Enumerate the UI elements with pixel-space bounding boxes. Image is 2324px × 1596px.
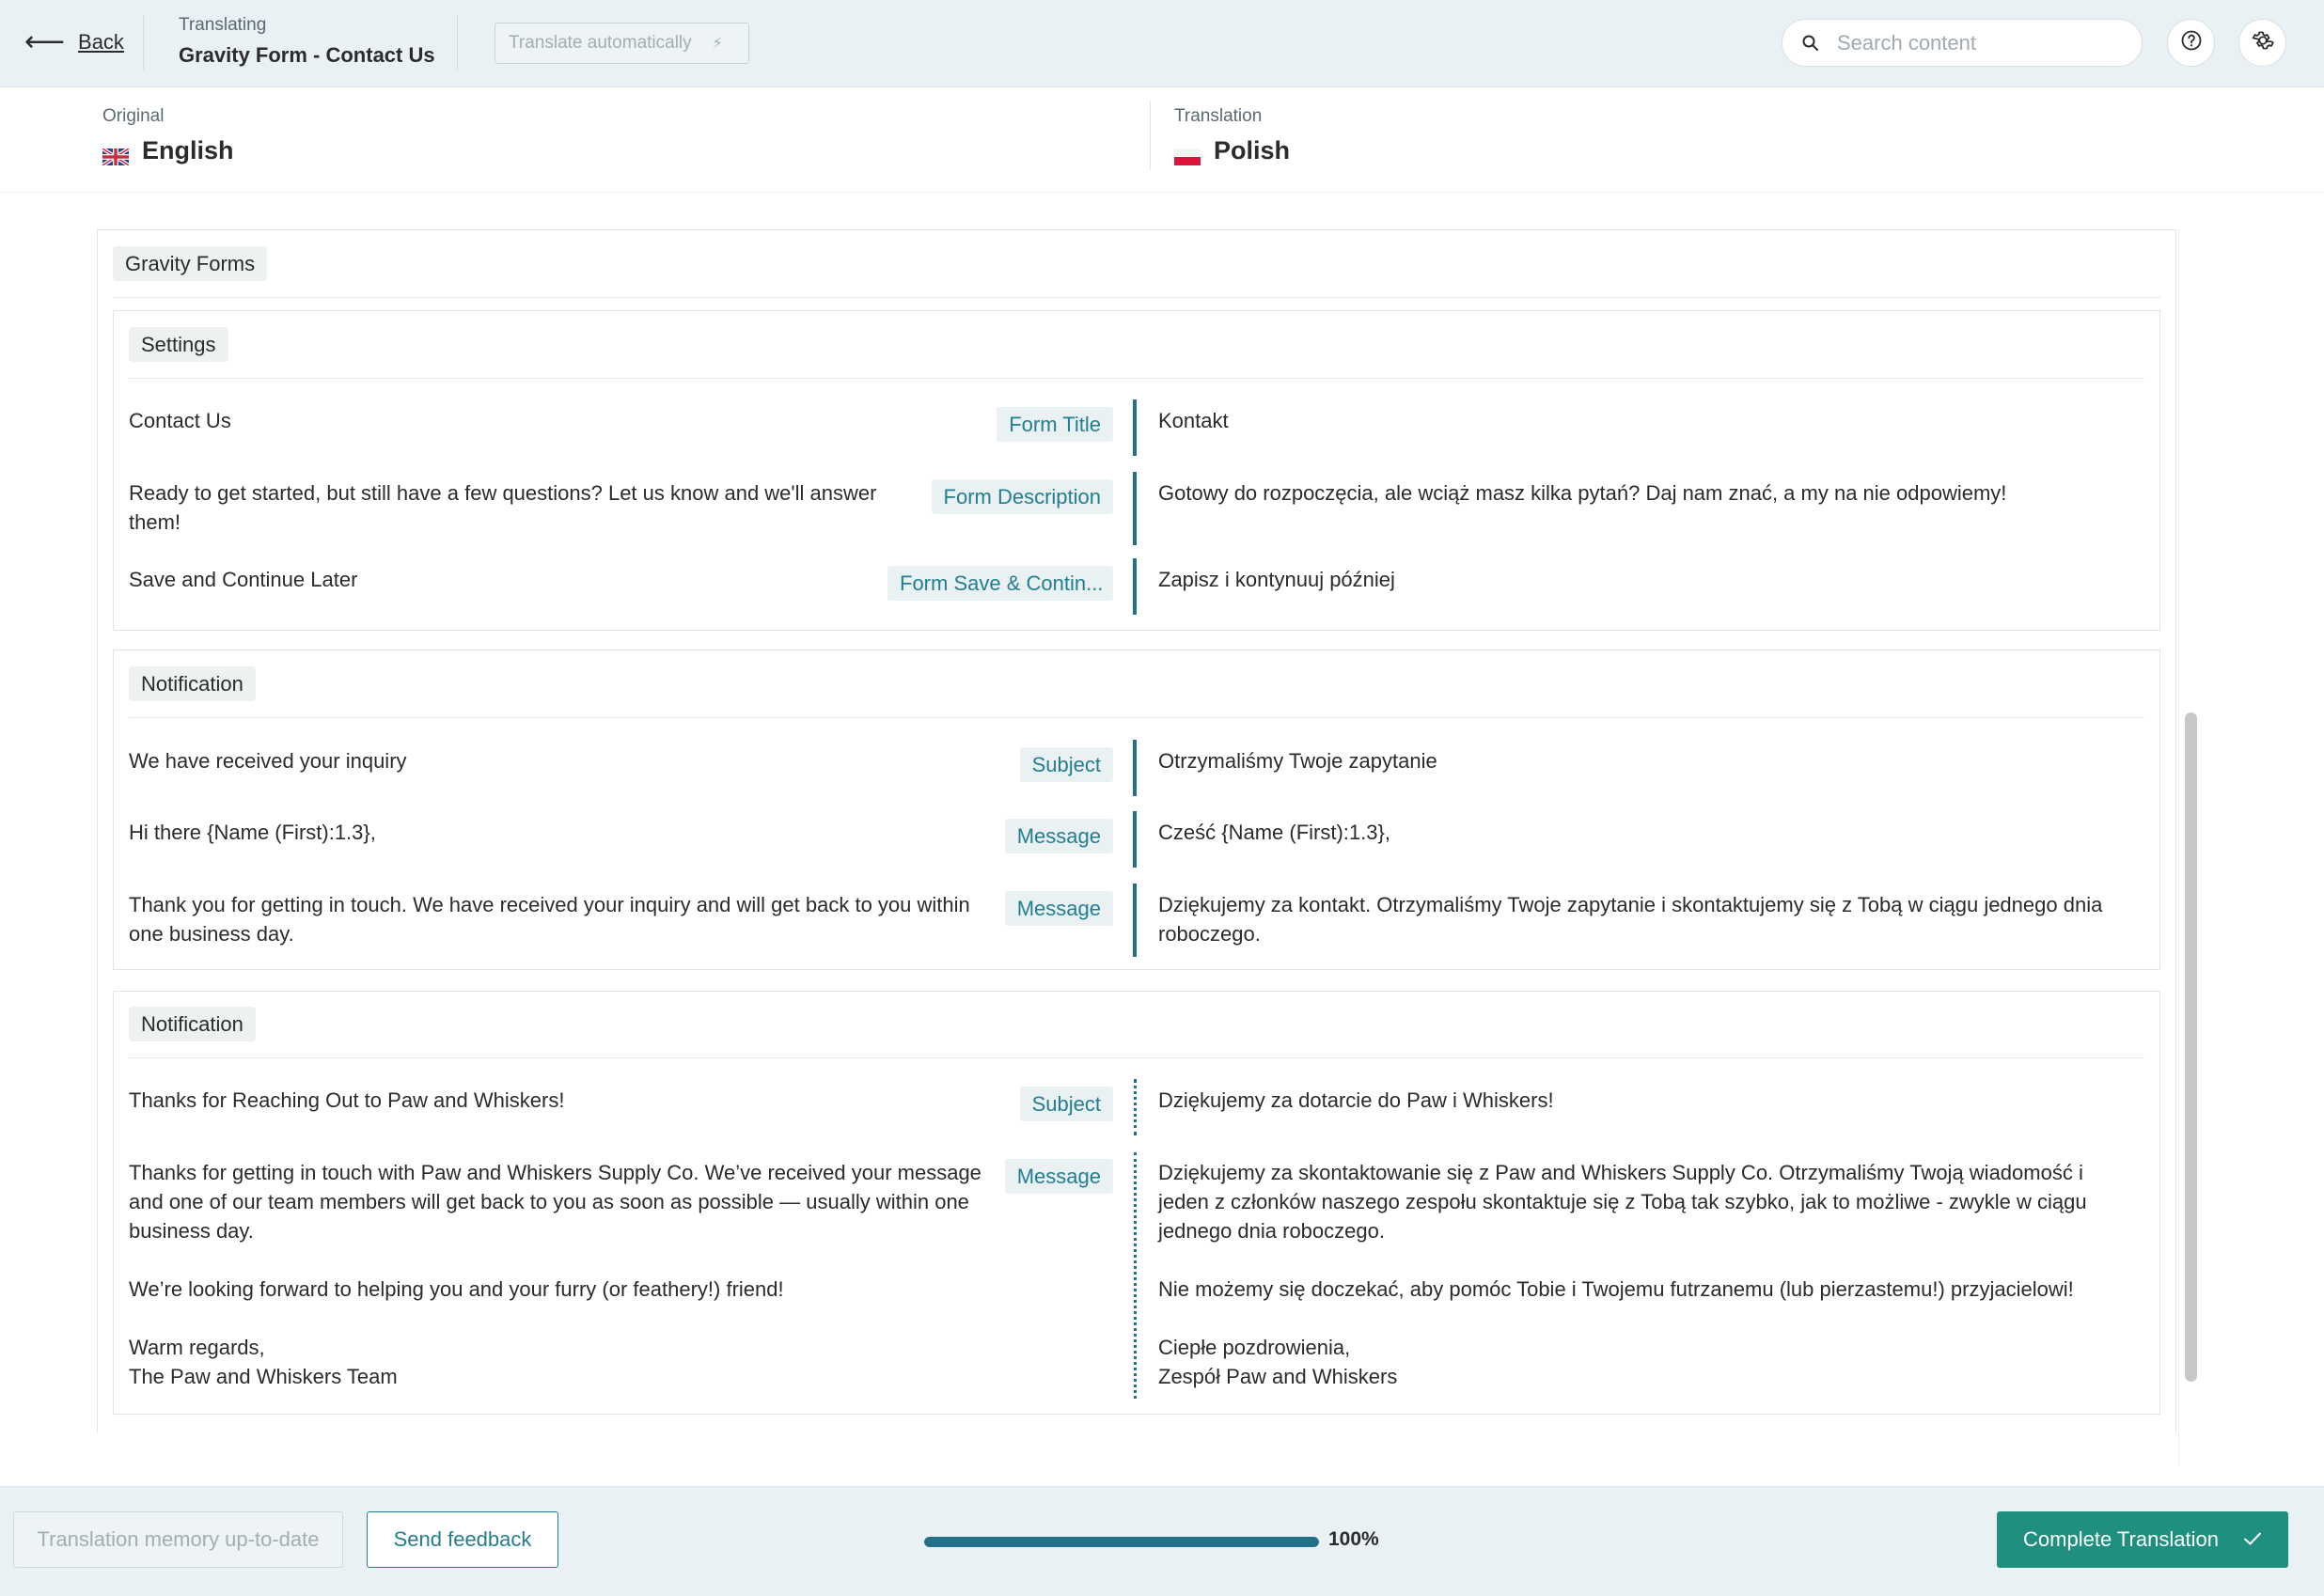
help-icon <box>2180 29 2203 56</box>
field-type-tag: Subject <box>1019 1087 1113 1121</box>
source-text: We have received your inquiry <box>129 749 407 773</box>
back-arrow-icon: ⟵ <box>24 26 66 57</box>
translation-paragraph: Nie możemy się doczekać, aby pomóc Tobie… <box>1158 1277 2074 1301</box>
gear-icon <box>2251 28 2275 57</box>
progress-fill <box>924 1537 1319 1547</box>
search-input[interactable] <box>1837 30 2119 55</box>
source-text: Thanks for getting in touch with Paw and… <box>129 1158 994 1391</box>
translation-text[interactable]: Otrzymaliśmy Twoje zapytanie <box>1158 746 2136 775</box>
section-title: Settings <box>129 327 228 362</box>
source-text: Thank you for getting in touch. We have … <box>129 893 970 946</box>
scrollbar-thumb[interactable] <box>2185 712 2197 1382</box>
group-title: Gravity Forms <box>113 246 268 281</box>
source-text: Ready to get started, but still have a f… <box>129 481 877 534</box>
row-status-bar <box>1133 884 1137 957</box>
complete-translation-button[interactable]: Complete Translation <box>1997 1511 2288 1568</box>
poland-flag-icon <box>1174 143 1201 165</box>
document-title: Gravity Form - Contact Us <box>179 43 435 67</box>
source-paragraph: The Paw and Whiskers Team <box>129 1365 398 1388</box>
field-type-tag: Subject <box>1019 747 1113 782</box>
row-status-bar <box>1133 811 1137 868</box>
divider <box>457 15 458 70</box>
divider <box>143 15 144 70</box>
footer-bar: Translation memory up-to-date Send feedb… <box>0 1486 2324 1596</box>
source-text: Save and Continue Later <box>129 568 358 591</box>
divider <box>1150 101 1151 170</box>
translate-automatically-label: Translate automatically <box>509 33 692 53</box>
field-type-tag: Form Title <box>997 407 1113 442</box>
source-paragraph: Warm regards, <box>129 1336 265 1359</box>
row-status-bar <box>1133 399 1137 456</box>
field-type-tag: Form Description <box>931 479 1113 514</box>
field-type-tag: Form Save & Contin... <box>887 566 1113 601</box>
translation-label: Translation <box>1174 106 1263 126</box>
send-feedback-button[interactable]: Send feedback <box>367 1511 558 1568</box>
section-title: Notification <box>129 666 256 701</box>
translation-paragraph: Ciepłe pozdrowienia, <box>1158 1336 1351 1359</box>
source-paragraph: We’re looking forward to helping you and… <box>129 1277 784 1301</box>
source-text: Hi there {Name (First):1.3}, <box>129 821 376 844</box>
language-header: Original English Translation Polish <box>0 87 2324 193</box>
translation-language: Translation Polish <box>1174 106 1290 165</box>
translation-text[interactable]: Zapisz i kontynuuj później <box>1158 565 2136 594</box>
section-title: Notification <box>129 1007 256 1041</box>
checkmark-icon <box>2243 1527 2262 1552</box>
row-status-bar <box>1134 1152 1137 1399</box>
translation-text[interactable]: Dziękujemy za dotarcie do Paw i Whiskers… <box>1158 1086 2136 1115</box>
divider <box>129 1057 2144 1058</box>
translation-text[interactable]: Cześć {Name (First):1.3}, <box>1158 818 2136 847</box>
translation-text[interactable]: Dziękujemy za kontakt. Otrzymaliśmy Twoj… <box>1158 890 2136 948</box>
help-button[interactable] <box>2167 19 2215 67</box>
progress-percent: 100% <box>1328 1528 1379 1550</box>
translation-language-name: Polish <box>1214 136 1291 164</box>
row-status-bar <box>1133 740 1137 796</box>
source-text: Thanks for Reaching Out to Paw and Whisk… <box>129 1088 565 1112</box>
top-bar: ⟵ Back Translating Gravity Form - Contac… <box>0 0 2324 87</box>
translate-automatically-button[interactable]: Translate automatically ⚡ <box>495 23 749 64</box>
back-button[interactable]: ⟵ Back <box>24 28 124 56</box>
bolt-icon: ⚡ <box>712 36 723 52</box>
translation-paragraph: Dziękujemy za skontaktowanie się z Paw a… <box>1158 1161 2087 1243</box>
translation-text[interactable]: Gotowy do rozpoczęcia, ale wciąż masz ki… <box>1158 478 2136 508</box>
uk-flag-icon <box>101 143 131 167</box>
search-box[interactable] <box>1782 19 2143 67</box>
translating-label: Translating <box>179 15 267 35</box>
field-type-tag: Message <box>1004 891 1113 926</box>
document-heading: Translating Gravity Form - Contact Us <box>179 15 435 68</box>
source-paragraph: Thanks for getting in touch with Paw and… <box>129 1161 981 1243</box>
row-status-bar <box>1133 472 1137 545</box>
settings-button[interactable] <box>2238 19 2286 67</box>
translation-paragraph: Zespół Paw and Whiskers <box>1158 1365 1398 1388</box>
original-language-name: English <box>142 136 234 164</box>
field-type-tag: Message <box>1004 1159 1113 1194</box>
row-status-bar <box>1133 558 1137 615</box>
translation-text[interactable]: Dziękujemy za skontaktowanie się z Paw a… <box>1158 1158 2136 1391</box>
back-label: Back <box>78 30 124 54</box>
complete-translation-label: Complete Translation <box>2023 1527 2219 1551</box>
source-text: Contact Us <box>129 409 231 432</box>
field-type-tag: Message <box>1004 819 1113 853</box>
progress-bar <box>924 1537 1319 1547</box>
original-label: Original <box>102 106 165 126</box>
search-icon <box>1801 34 1820 53</box>
original-language: Original English <box>101 106 234 167</box>
translation-memory-button[interactable]: Translation memory up-to-date <box>13 1511 343 1568</box>
row-status-bar <box>1134 1079 1137 1135</box>
divider <box>113 297 2160 298</box>
translation-text[interactable]: Kontakt <box>1158 406 2136 435</box>
divider <box>129 378 2144 379</box>
divider <box>129 717 2144 718</box>
